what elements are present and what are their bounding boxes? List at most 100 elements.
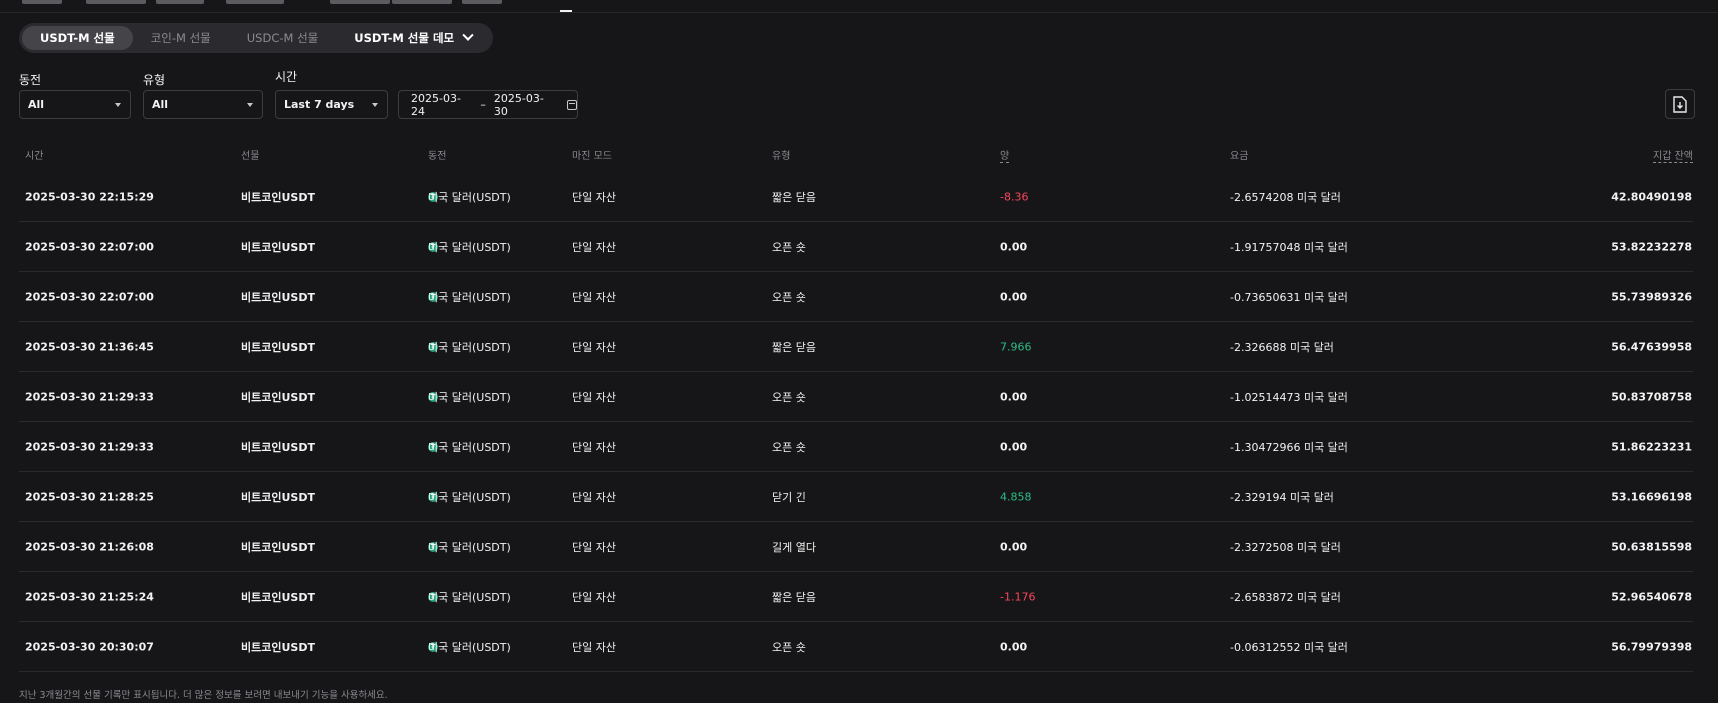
header-wallet-balance[interactable]: 지갑 잔액 [1653,147,1693,163]
cell-quantity: 0.00 [1000,540,1028,553]
cell-time: 2025-03-30 21:25:24 [25,590,154,603]
cell-type: 오픈 숏 [772,440,806,454]
cell-margin-mode: 단일 자산 [572,640,616,654]
coin-filter-label: 동전 [19,73,42,87]
top-nav-tab-fragment[interactable] [330,0,390,4]
active-tab-indicator [560,10,572,12]
tab-usdt-m-demo-label: USDT-M 선물 데모 [354,31,455,45]
cell-time: 2025-03-30 21:36:45 [25,340,154,353]
cell-coin-label: 미국 달러(USDT) [428,490,511,504]
cell-futures: 비트코인USDT [241,640,315,654]
cell-time: 2025-03-30 21:29:33 [25,390,154,403]
cell-coin-label: 미국 달러(USDT) [428,190,511,204]
time-filter-select[interactable]: Last 7 days [275,90,388,119]
cell-fee: -0.73650631 미국 달러 [1230,290,1348,304]
cell-coin-label: 미국 달러(USDT) [428,290,511,304]
cell-time: 2025-03-30 22:07:00 [25,240,154,253]
cell-time: 2025-03-30 21:28:25 [25,490,154,503]
top-nav-tab-fragment[interactable] [22,0,62,4]
date-from[interactable]: 2025-03-24 [411,92,472,118]
cell-wallet-balance: 50.63815598 [1611,540,1692,553]
cell-quantity: 0.00 [1000,240,1028,253]
calendar-icon[interactable] [567,99,577,110]
table-row[interactable]: 2025-03-30 21:29:33 비트코인USDT ₮ 미국 달러(USDT… [19,422,1693,472]
top-nav-tab-fragment[interactable] [226,0,284,4]
table-row[interactable]: 2025-03-30 21:25:24 비트코인USDT ₮ 미국 달러(USDT… [19,572,1693,622]
cell-fee: -1.91757048 미국 달러 [1230,240,1348,254]
date-to[interactable]: 2025-03-30 [494,92,555,118]
table-row[interactable]: 2025-03-30 22:07:00 비트코인USDT ₮ 미국 달러(USDT… [19,222,1693,272]
cell-coin-label: 미국 달러(USDT) [428,340,511,354]
cell-quantity: -1.176 [1000,590,1036,603]
cell-fee: -2.6583872 미국 달러 [1230,590,1341,604]
cell-coin-label: 미국 달러(USDT) [428,390,511,404]
cell-quantity: -8.36 [1000,190,1029,203]
top-nav-tab-fragment[interactable] [86,0,146,4]
cell-futures: 비트코인USDT [241,440,315,454]
type-filter-select[interactable]: All [143,90,263,119]
cell-wallet-balance: 52.96540678 [1611,590,1692,603]
cell-margin-mode: 단일 자산 [572,340,616,354]
table-row[interactable]: 2025-03-30 21:29:33 비트코인USDT ₮ 미국 달러(USDT… [19,372,1693,422]
tab-coin-m-futures[interactable]: 코인-M 선물 [133,26,229,50]
date-separator: – [480,98,486,111]
date-range-picker[interactable]: 2025-03-24 – 2025-03-30 [398,90,578,119]
top-nav-strip [0,0,1718,13]
cell-margin-mode: 단일 자산 [572,290,616,304]
table-header: 시간 선물 동전 마진 모드 유형 양 요금 지갑 잔액 [0,144,1718,163]
cell-coin-label: 미국 달러(USDT) [428,240,511,254]
cell-wallet-balance: 51.86223231 [1611,440,1692,453]
export-button[interactable] [1665,89,1695,119]
cell-type: 짧은 닫음 [772,190,816,204]
caret-down-icon [372,103,378,107]
top-nav-tab-fragment[interactable] [392,0,452,4]
cell-margin-mode: 단일 자산 [572,440,616,454]
header-quantity[interactable]: 양 [1000,147,1010,163]
cell-futures: 비트코인USDT [241,340,315,354]
cell-wallet-balance: 42.80490198 [1611,190,1692,203]
cell-type: 짧은 닫음 [772,590,816,604]
cell-type: 짧은 닫음 [772,340,816,354]
header-futures: 선물 [241,151,260,162]
table-row[interactable]: 2025-03-30 21:28:25 비트코인USDT ₮ 미국 달러(USDT… [19,472,1693,522]
footer-note: 지난 3개월간의 선물 기록만 표시됩니다. 더 많은 정보를 보려면 내보내기… [19,690,388,701]
chevron-down-icon [462,29,474,41]
cell-futures: 비트코인USDT [241,290,315,304]
top-nav-tab-fragment[interactable] [156,0,204,4]
cell-fee: -2.329194 미국 달러 [1230,490,1334,504]
table-row[interactable]: 2025-03-30 20:30:07 비트코인USDT ₮ 미국 달러(USDT… [19,622,1693,672]
cell-fee: -2.6574208 미국 달러 [1230,190,1341,204]
table-row[interactable]: 2025-03-30 21:26:08 비트코인USDT ₮ 미국 달러(USDT… [19,522,1693,572]
cell-fee: -1.30472966 미국 달러 [1230,440,1348,454]
cell-wallet-balance: 50.83708758 [1611,390,1692,403]
cell-quantity: 0.00 [1000,640,1028,653]
type-filter-label: 유형 [143,73,166,87]
cell-margin-mode: 단일 자산 [572,590,616,604]
cell-margin-mode: 단일 자산 [572,540,616,554]
tab-usdc-m-futures[interactable]: USDC-M 선물 [229,26,337,50]
table-row[interactable]: 2025-03-30 22:07:00 비트코인USDT ₮ 미국 달러(USDT… [19,272,1693,322]
cell-coin-label: 미국 달러(USDT) [428,590,511,604]
type-filter-value: All [152,98,169,111]
tab-usdt-m-futures[interactable]: USDT-M 선물 [22,26,133,50]
product-segmented-control: USDT-M 선물 코인-M 선물 USDC-M 선물 USDT-M 선물 데모 [19,23,494,53]
coin-filter-select[interactable]: All [19,90,131,119]
tab-usdt-m-demo-dropdown[interactable]: USDT-M 선물 데모 [336,26,490,50]
top-nav-tab-fragment[interactable] [462,0,502,4]
table-row[interactable]: 2025-03-30 22:15:29 비트코인USDT ₮ 미국 달러(USDT… [19,172,1693,222]
table-row[interactable]: 2025-03-30 21:36:45 비트코인USDT ₮ 미국 달러(USDT… [19,322,1693,372]
cell-time: 2025-03-30 20:30:07 [25,640,154,653]
cell-fee: -1.02514473 미국 달러 [1230,390,1348,404]
cell-wallet-balance: 56.47639958 [1611,340,1692,353]
header-fee: 요금 [1230,151,1249,162]
header-coin: 동전 [428,151,447,162]
cell-margin-mode: 단일 자산 [572,390,616,404]
cell-margin-mode: 단일 자산 [572,240,616,254]
cell-futures: 비트코인USDT [241,490,315,504]
time-filter-label: 시간 [275,70,298,84]
cell-time: 2025-03-30 22:15:29 [25,190,154,203]
cell-futures: 비트코인USDT [241,240,315,254]
time-filter-value: Last 7 days [284,98,355,111]
cell-futures: 비트코인USDT [241,590,315,604]
cell-futures: 비트코인USDT [241,190,315,204]
